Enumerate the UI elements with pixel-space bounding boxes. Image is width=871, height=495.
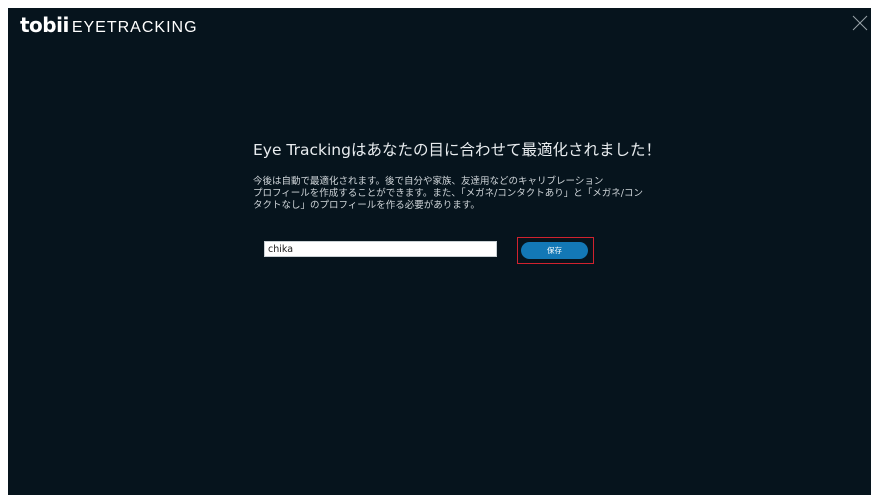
save-button[interactable]: 保存 [521,242,588,259]
description-line: タクトなし」のプロフィールを作る必要があります。 [253,200,480,211]
brand-logo-text: tobii [20,13,69,37]
close-icon [849,12,871,34]
page-title: Eye Trackingはあなたの目に合わせて最適化されました！ [253,141,661,159]
profile-name-input[interactable] [264,241,497,257]
close-button[interactable] [849,12,871,34]
description-line: 今後は自動で最適化されます。後で自分や家族、友達用などのキャリブレーション [253,176,604,187]
description-line: プロフィールを作成することができます。また、「メガネ/コンタクトあり」と「メガネ… [253,188,644,199]
app-window: tobii EYETRACKING Eye Trackingはあなたの目に合わせ… [8,8,871,495]
tobii-eyetracking-logo: tobii EYETRACKING [20,15,198,36]
description-text: 今後は自動で最適化されます。後で自分や家族、友達用などのキャリブレーション プロ… [253,176,644,212]
brand-product-text: EYETRACKING [71,19,198,36]
